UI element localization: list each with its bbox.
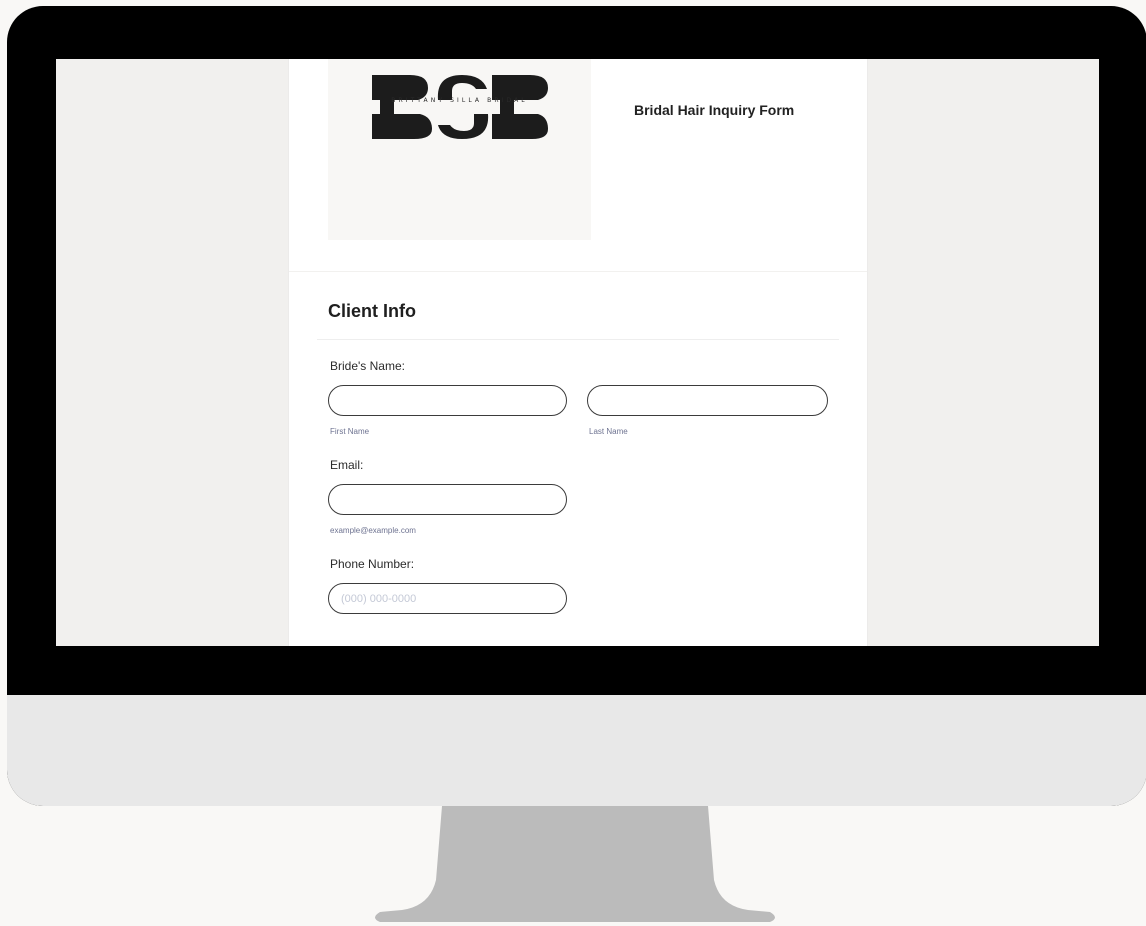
- monitor-bezel: BRITTANY SILLA BRIDAL Bridal Hair Inquir…: [7, 6, 1146, 806]
- email-label: Email:: [330, 458, 364, 472]
- bsb-monogram-logo: [372, 75, 548, 139]
- email-input[interactable]: [328, 484, 567, 515]
- form-title: Bridal Hair Inquiry Form: [634, 102, 795, 118]
- section-title: Client Info: [328, 301, 416, 321]
- email-sublabel: example@example.com: [330, 526, 416, 535]
- phone-number-label: Phone Number:: [330, 557, 415, 571]
- logo-tagline: BRITTANY SILLA BRIDAL: [391, 97, 528, 104]
- monitor-chin: [7, 695, 1146, 806]
- last-name-sublabel: Last Name: [589, 427, 628, 436]
- brand-logo: BRITTANY SILLA BRIDAL: [328, 59, 591, 240]
- last-name-input[interactable]: [587, 385, 828, 416]
- section-divider: [317, 339, 839, 340]
- phone-number-input[interactable]: [328, 583, 567, 614]
- first-name-input[interactable]: [328, 385, 567, 416]
- monitor-screen: BRITTANY SILLA BRIDAL Bridal Hair Inquir…: [56, 59, 1099, 646]
- header-divider: [289, 271, 867, 272]
- first-name-sublabel: First Name: [330, 427, 370, 436]
- inquiry-form: BRITTANY SILLA BRIDAL Bridal Hair Inquir…: [288, 59, 868, 646]
- brides-name-label: Bride's Name:: [330, 359, 405, 373]
